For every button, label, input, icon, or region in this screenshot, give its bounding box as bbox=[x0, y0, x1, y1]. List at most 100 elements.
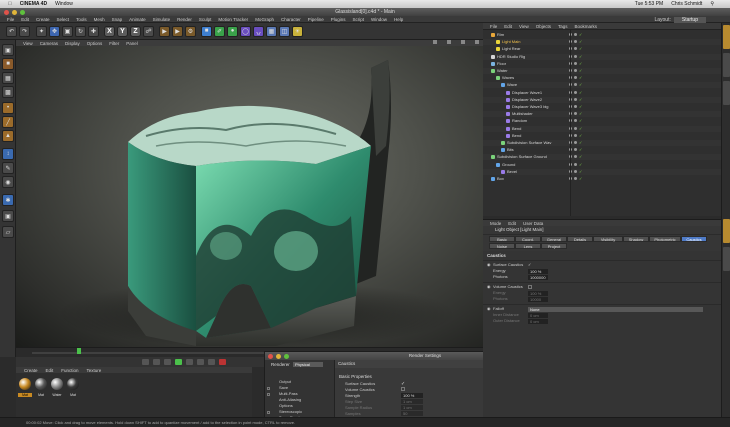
floor-icon[interactable]: ▦ bbox=[266, 25, 277, 37]
minimize-window-button[interactable] bbox=[12, 9, 17, 15]
go-to-end-button[interactable] bbox=[208, 359, 215, 365]
render-visibility-dot[interactable] bbox=[574, 54, 577, 58]
object-visibility-flags[interactable]: ✓ bbox=[569, 169, 582, 173]
enable-check-icon[interactable]: ✓ bbox=[579, 61, 582, 65]
record-button[interactable] bbox=[219, 359, 226, 365]
layout-selector[interactable]: Layout: Startup bbox=[654, 16, 706, 23]
rs-item-stereoscopic[interactable]: Stereoscopic bbox=[279, 409, 302, 414]
material-swatch[interactable] bbox=[35, 378, 47, 390]
object-row[interactable]: Bend ✓ bbox=[483, 133, 721, 139]
make-editable-icon[interactable]: ▣ bbox=[2, 44, 14, 56]
rotate-tool-icon[interactable]: ↻ bbox=[75, 25, 86, 37]
object-visibility-flags[interactable]: ✓ bbox=[569, 177, 582, 181]
tweak-mode-icon[interactable]: ✎ bbox=[2, 162, 14, 174]
enable-check-icon[interactable]: ✓ bbox=[579, 47, 582, 51]
spline-pen-icon[interactable]: ✐ bbox=[214, 25, 225, 37]
menu-pipeline[interactable]: Pipeline bbox=[308, 17, 324, 22]
attr-menu-user-data[interactable]: User Data bbox=[523, 221, 543, 226]
falloff-dropdown[interactable]: None bbox=[528, 306, 703, 312]
attr-menu-mode[interactable]: Mode bbox=[490, 221, 501, 226]
object-name[interactable]: Waves bbox=[502, 75, 514, 81]
viewport-zoom-icon[interactable] bbox=[447, 40, 451, 44]
viewport-rotate-icon[interactable] bbox=[461, 40, 465, 44]
enable-check-icon[interactable]: ✓ bbox=[579, 90, 582, 94]
subdivision-surface-icon[interactable]: ● bbox=[227, 25, 238, 37]
enable-snap-icon[interactable]: ✱ bbox=[2, 194, 14, 206]
material-swatch[interactable] bbox=[51, 378, 63, 390]
object-name[interactable]: HDR Studio Rig bbox=[497, 54, 525, 60]
object-visibility-flags[interactable]: ✓ bbox=[569, 133, 582, 137]
render-visibility-dot[interactable] bbox=[574, 155, 577, 159]
render-visibility-dot[interactable] bbox=[574, 105, 577, 108]
menu-window[interactable]: Window bbox=[371, 17, 387, 22]
render-visibility-dot[interactable] bbox=[574, 148, 577, 152]
rs-sample-radius-field[interactable]: 1 cm bbox=[401, 405, 423, 410]
mac-window-menu[interactable]: Window bbox=[55, 1, 73, 7]
menu-help[interactable]: Help bbox=[394, 17, 403, 22]
object-name[interactable]: Bend bbox=[512, 133, 521, 139]
structure-side-tab[interactable] bbox=[723, 81, 730, 105]
edges-mode-icon[interactable]: ╱ bbox=[2, 116, 14, 128]
undo-icon[interactable]: ↶ bbox=[6, 25, 17, 37]
deformer-bend-icon[interactable]: ⍽ bbox=[253, 25, 264, 37]
enable-check-icon[interactable]: ✓ bbox=[579, 40, 582, 44]
object-name[interactable]: Bevel bbox=[507, 169, 517, 175]
mat-menu-edit[interactable]: Edit bbox=[46, 368, 54, 373]
next-frame-button[interactable] bbox=[186, 359, 193, 365]
object-name[interactable]: Ground bbox=[502, 162, 515, 168]
object-name[interactable]: Rim bbox=[497, 32, 504, 38]
enable-check-icon[interactable]: ✓ bbox=[579, 155, 582, 159]
rs-strength-field[interactable]: 100 % bbox=[401, 393, 423, 398]
viewport-3d[interactable] bbox=[16, 46, 483, 347]
object-name[interactable]: Displacer Wave2 bbox=[512, 97, 542, 103]
object-name[interactable]: Random bbox=[512, 118, 527, 124]
enable-check-icon[interactable]: ✓ bbox=[579, 112, 582, 116]
render-settings-minimize-button[interactable] bbox=[276, 353, 281, 359]
enable-check-icon[interactable]: ✓ bbox=[579, 177, 582, 181]
tab-coord[interactable]: Coord. bbox=[515, 236, 541, 242]
object-row[interactable]: Bevel ✓ bbox=[483, 168, 721, 175]
rs-volume-caustics-checkbox[interactable] bbox=[401, 387, 405, 391]
move-tool-icon[interactable]: ✥ bbox=[49, 25, 60, 37]
object-name[interactable]: Subdivision Surface Wav bbox=[507, 140, 551, 146]
menu-file[interactable]: File bbox=[7, 17, 14, 22]
energy-field[interactable]: 100 % bbox=[528, 268, 548, 274]
previous-frame-button[interactable] bbox=[164, 359, 171, 365]
object-row[interactable]: Displacer Wave1 ✓ bbox=[483, 90, 721, 96]
render-to-picture-viewer-icon[interactable]: ▶ bbox=[172, 25, 183, 37]
render-view-icon[interactable]: ▶ bbox=[159, 25, 170, 37]
inner-distance-field[interactable]: 0 cm bbox=[528, 312, 548, 318]
object-row[interactable]: Bits ✓ bbox=[483, 147, 721, 153]
menu-character[interactable]: Character bbox=[281, 17, 301, 22]
tab-details[interactable]: Details bbox=[567, 236, 593, 242]
render-visibility-dot[interactable] bbox=[574, 47, 577, 51]
points-mode-icon[interactable]: • bbox=[2, 102, 14, 114]
coordinate-system-icon[interactable]: ☍ bbox=[143, 25, 154, 37]
mac-app-name[interactable]: CINEMA 4D bbox=[20, 1, 47, 7]
live-selection-icon[interactable]: ✦ bbox=[36, 25, 47, 37]
render-visibility-dot[interactable] bbox=[574, 133, 577, 137]
rs-multipass-checkbox[interactable] bbox=[267, 393, 270, 396]
object-visibility-flags[interactable]: ✓ bbox=[569, 33, 582, 37]
object-manager-list[interactable]: Rim ✓ Light Main ✓ Light Rear ✓ HDR Studio Rig… bbox=[483, 30, 721, 216]
object-visibility-flags[interactable]: ✓ bbox=[569, 40, 582, 44]
lock-z-button[interactable]: Z bbox=[130, 25, 141, 37]
object-name[interactable]: Floor bbox=[497, 61, 506, 67]
menu-motion-tracker[interactable]: Motion Tracker bbox=[218, 17, 248, 22]
menu-snap[interactable]: Snap bbox=[112, 17, 123, 22]
rs-item-output[interactable]: Output bbox=[279, 379, 291, 384]
next-key-button[interactable] bbox=[197, 359, 204, 365]
render-visibility-dot[interactable] bbox=[574, 40, 577, 44]
render-settings-close-button[interactable] bbox=[268, 353, 273, 359]
object-name[interactable]: Light Main bbox=[502, 39, 520, 45]
object-visibility-flags[interactable]: ✓ bbox=[569, 162, 582, 166]
mat-menu-function[interactable]: Function bbox=[61, 368, 78, 373]
enable-check-icon[interactable]: ✓ bbox=[579, 119, 582, 123]
cube-primitive-icon[interactable]: ■ bbox=[201, 25, 212, 37]
workplane-mode-icon[interactable]: ▩ bbox=[2, 86, 14, 98]
attributes-side-tab[interactable] bbox=[723, 219, 730, 243]
enable-check-icon[interactable]: ✓ bbox=[579, 133, 582, 137]
object-row[interactable]: Water ✓ bbox=[483, 68, 721, 74]
object-visibility-flags[interactable]: ✓ bbox=[569, 76, 582, 80]
tab-photometric[interactable]: Photometric bbox=[649, 236, 681, 242]
